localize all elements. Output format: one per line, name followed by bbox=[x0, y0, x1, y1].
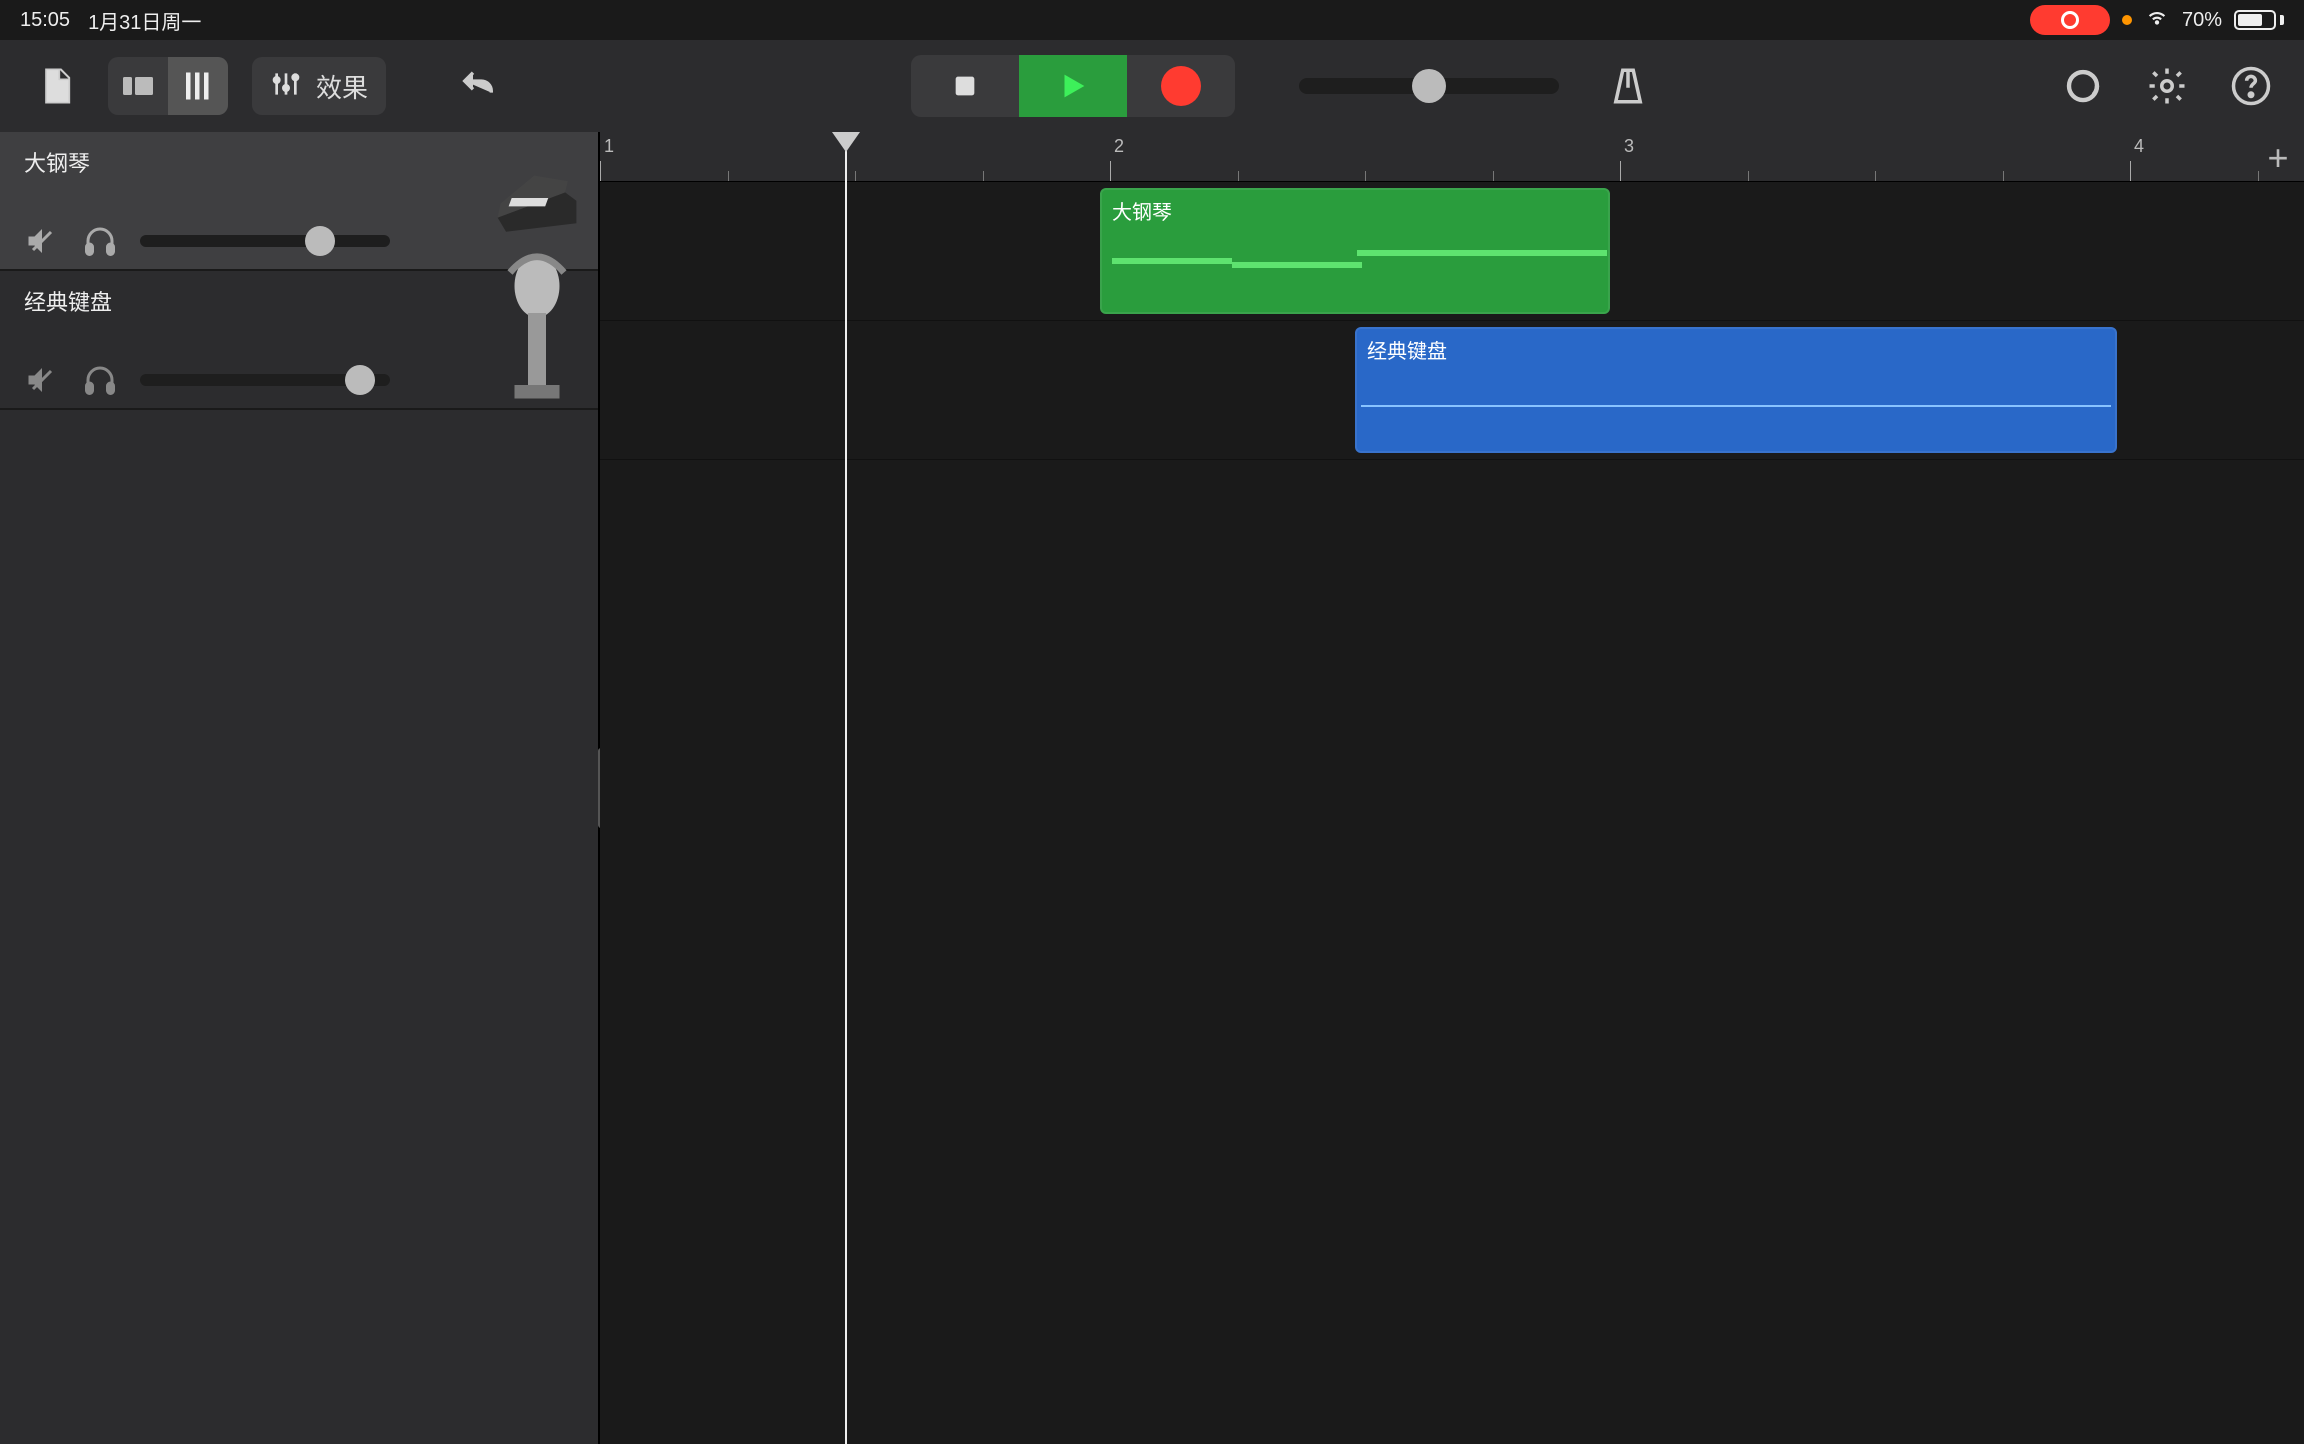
wifi-icon bbox=[2144, 4, 2170, 36]
toolbar: 效果 bbox=[0, 40, 2304, 132]
mic-in-use-dot bbox=[2122, 15, 2132, 25]
metronome-button[interactable] bbox=[1603, 61, 1653, 111]
battery-percent: 70% bbox=[2182, 9, 2222, 32]
mixer-icon bbox=[270, 68, 302, 105]
track-volume-slider[interactable] bbox=[140, 235, 390, 247]
transport-controls bbox=[911, 55, 1235, 117]
mute-icon[interactable] bbox=[24, 223, 60, 259]
status-date: 1月31日周一 bbox=[88, 6, 201, 35]
track-lane[interactable]: 经典键盘 bbox=[600, 321, 2304, 460]
status-time: 15:05 bbox=[20, 9, 70, 32]
master-volume-slider[interactable] bbox=[1299, 78, 1559, 94]
add-track-button[interactable]: + bbox=[2260, 140, 2296, 176]
help-button[interactable] bbox=[2226, 61, 2276, 111]
playhead[interactable] bbox=[845, 132, 847, 1444]
track-header[interactable]: 经典键盘 bbox=[0, 271, 598, 410]
track-list: 大钢琴 经典键盘 bbox=[0, 132, 600, 1444]
region-label: 大钢琴 bbox=[1112, 202, 1172, 224]
undo-button[interactable] bbox=[450, 58, 506, 114]
battery-icon bbox=[2234, 10, 2284, 30]
stop-button[interactable] bbox=[911, 55, 1019, 117]
my-songs-button[interactable] bbox=[28, 58, 84, 114]
headphones-icon[interactable] bbox=[82, 223, 118, 259]
region[interactable]: 经典键盘 bbox=[1355, 327, 2117, 453]
microphone-icon bbox=[492, 295, 582, 385]
ruler-bar-number: 4 bbox=[2134, 136, 2144, 157]
screen-recording-indicator[interactable] bbox=[2030, 5, 2110, 35]
headphones-icon[interactable] bbox=[82, 362, 118, 398]
loop-browser-button[interactable] bbox=[2058, 61, 2108, 111]
ruler-bar-number: 3 bbox=[1624, 136, 1634, 157]
view-mode-segment[interactable] bbox=[108, 57, 228, 115]
record-button[interactable] bbox=[1127, 55, 1235, 117]
view-tracks-icon[interactable] bbox=[168, 57, 228, 115]
settings-button[interactable] bbox=[2142, 61, 2192, 111]
ruler-bar-number: 2 bbox=[1114, 136, 1124, 157]
track-lanes: 大钢琴 经典键盘 bbox=[600, 182, 2304, 1444]
piano-icon bbox=[492, 156, 582, 246]
mute-icon[interactable] bbox=[24, 362, 60, 398]
ruler-bar-number: 1 bbox=[604, 136, 614, 157]
view-browser-icon[interactable] bbox=[108, 57, 168, 115]
status-bar: 15:05 1月31日周一 70% bbox=[0, 0, 2304, 40]
timeline[interactable]: 1 2 3 4 + 大钢琴 经典键盘 bbox=[600, 132, 2304, 1444]
fx-segment[interactable]: 效果 bbox=[252, 57, 386, 115]
region-label: 经典键盘 bbox=[1367, 341, 1447, 363]
track-lane[interactable]: 大钢琴 bbox=[600, 182, 2304, 321]
region[interactable]: 大钢琴 bbox=[1100, 188, 1610, 314]
play-button[interactable] bbox=[1019, 55, 1127, 117]
track-volume-slider[interactable] bbox=[140, 374, 390, 386]
workspace: 大钢琴 经典键盘 bbox=[0, 132, 2304, 1444]
fx-label: 效果 bbox=[316, 68, 368, 105]
